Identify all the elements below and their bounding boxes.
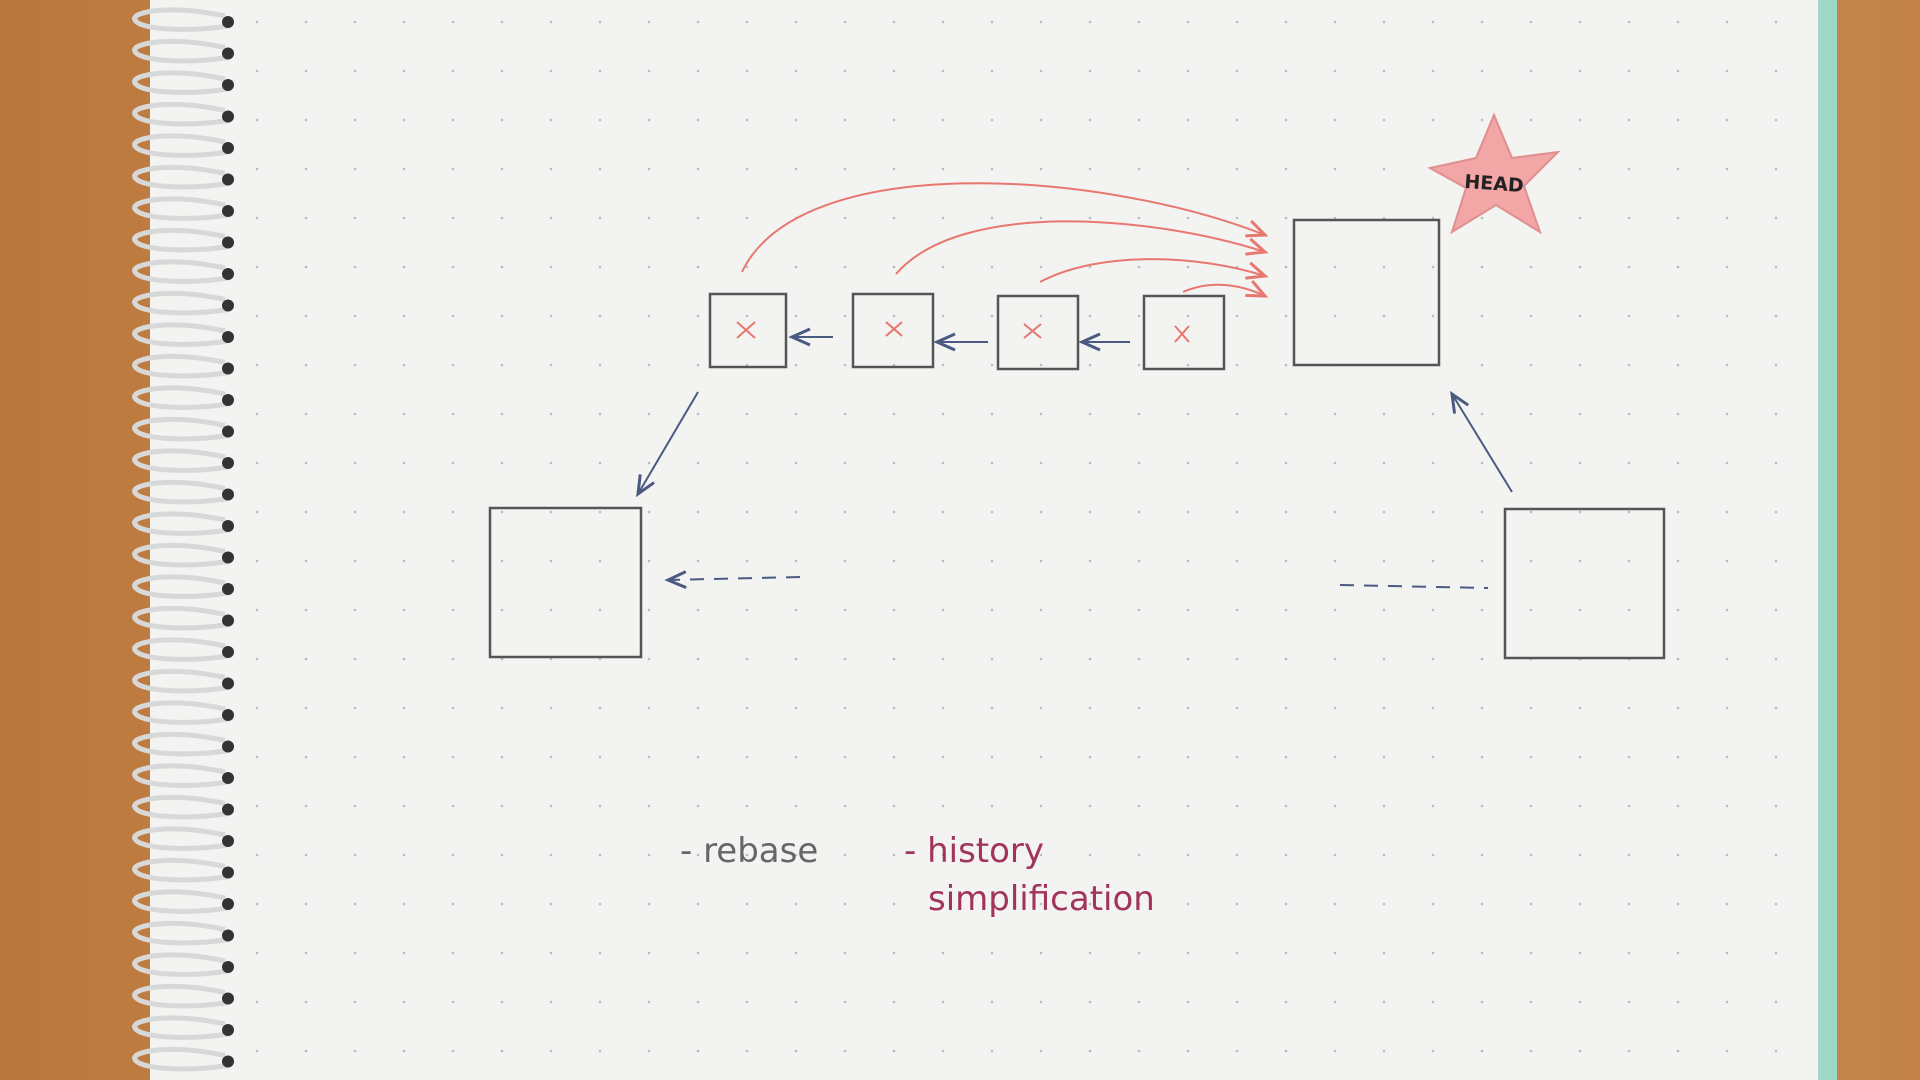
binding-hole <box>222 583 234 595</box>
head-label: HEAD <box>1464 171 1525 197</box>
binding-hole <box>222 835 234 847</box>
note-simplification: simplification <box>928 879 1155 919</box>
note-history: - history <box>904 831 1044 871</box>
binding-hole <box>222 1055 234 1068</box>
binding-hole <box>222 646 234 658</box>
binding-hole <box>222 803 234 816</box>
note-rebase: - rebase <box>680 831 818 871</box>
binding-hole <box>222 142 234 154</box>
binding-hole <box>222 47 234 60</box>
binding-hole <box>222 79 234 91</box>
binding-hole <box>222 551 234 564</box>
binding-hole <box>222 866 234 879</box>
binding-hole <box>222 709 234 721</box>
binding-hole <box>222 268 234 280</box>
binding-hole <box>222 173 234 186</box>
binding-hole <box>222 677 234 690</box>
binding-hole <box>222 929 234 942</box>
binding-hole <box>222 299 234 312</box>
binding-hole <box>222 457 234 469</box>
binding-hole <box>222 772 234 784</box>
binding-hole <box>222 425 234 438</box>
binding-hole <box>222 331 234 343</box>
binding-hole <box>222 614 234 627</box>
binding-hole <box>222 394 234 406</box>
binding-hole <box>222 1024 234 1036</box>
binding-hole <box>222 488 234 501</box>
binding-hole <box>222 16 234 28</box>
binding-hole <box>222 520 234 532</box>
binding-hole <box>222 992 234 1005</box>
binding-hole <box>222 110 234 123</box>
binding-hole <box>222 362 234 375</box>
binding-hole <box>222 236 234 249</box>
binding-hole <box>222 740 234 753</box>
binding-hole <box>222 961 234 973</box>
notebook-photo: HEAD - rebase - history simplification <box>0 0 1920 1080</box>
binding-hole <box>222 898 234 910</box>
binding-hole <box>222 205 234 217</box>
